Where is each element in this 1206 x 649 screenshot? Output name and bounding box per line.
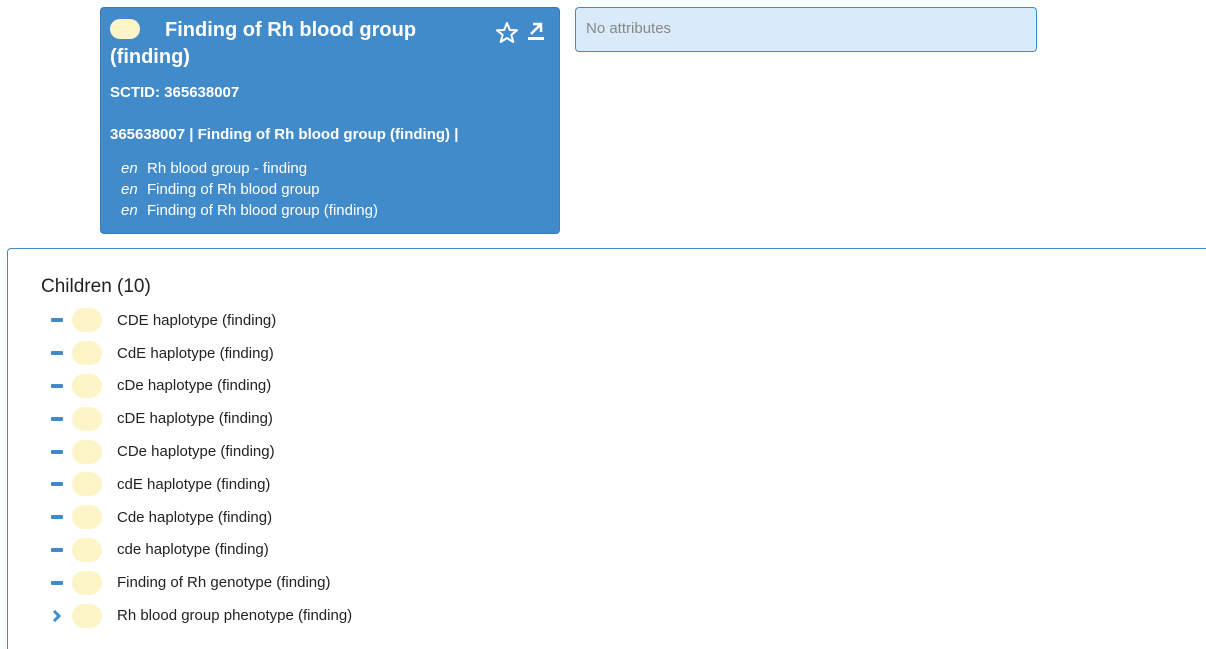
child-row: CdE haplotype (finding) xyxy=(48,337,352,370)
child-label[interactable]: cDE haplotype (finding) xyxy=(117,410,273,427)
language-code: en xyxy=(121,160,138,177)
language-code: en xyxy=(121,181,138,198)
child-row: cDE haplotype (finding) xyxy=(48,402,352,435)
concept-card: Finding of Rh blood group (finding) SCTI… xyxy=(100,7,560,234)
collapse-minus-icon[interactable] xyxy=(48,541,66,559)
concept-title-row: Finding of Rh blood group (finding) xyxy=(110,17,480,71)
primitive-badge-icon xyxy=(72,472,102,497)
child-label[interactable]: Rh blood group phenotype (finding) xyxy=(117,607,352,624)
primitive-badge-icon xyxy=(72,341,102,366)
concept-title: Finding of Rh blood group (finding) xyxy=(110,19,417,68)
export-icon[interactable] xyxy=(527,21,545,41)
child-label[interactable]: CDe haplotype (finding) xyxy=(117,443,275,460)
expand-chevron-right-icon[interactable] xyxy=(48,607,66,625)
primitive-badge-icon xyxy=(72,603,102,628)
primitive-badge-icon xyxy=(72,308,102,333)
collapse-minus-icon[interactable] xyxy=(48,377,66,395)
attributes-box: No attributes xyxy=(575,7,1037,52)
child-label[interactable]: cdE haplotype (finding) xyxy=(117,476,270,493)
primitive-badge-icon xyxy=(72,570,102,595)
children-panel: Children (10) CDE haplotype (finding) Cd… xyxy=(7,248,1206,649)
attributes-text: No attributes xyxy=(586,20,672,37)
star-outline-icon[interactable] xyxy=(495,21,519,45)
child-row: Cde haplotype (finding) xyxy=(48,501,352,534)
child-label[interactable]: CdE haplotype (finding) xyxy=(117,345,274,362)
description-item: en Finding of Rh blood group (finding) xyxy=(121,200,378,221)
collapse-minus-icon[interactable] xyxy=(48,344,66,362)
child-label[interactable]: Finding of Rh genotype (finding) xyxy=(117,574,330,591)
resize-handle-icon[interactable] xyxy=(1202,643,1206,649)
description-term: Finding of Rh blood group xyxy=(147,181,320,198)
collapse-minus-icon[interactable] xyxy=(48,311,66,329)
description-term: Rh blood group - finding xyxy=(147,160,308,177)
child-row: cDe haplotype (finding) xyxy=(48,370,352,403)
fsn-line: 365638007 | Finding of Rh blood group (f… xyxy=(110,126,459,143)
primitive-badge-icon xyxy=(72,406,102,431)
children-heading: Children (10) xyxy=(41,276,151,297)
child-label[interactable]: Cde haplotype (finding) xyxy=(117,509,272,526)
primitive-badge-icon xyxy=(72,537,102,562)
primitive-badge-icon xyxy=(72,439,102,464)
collapse-minus-icon[interactable] xyxy=(48,475,66,493)
child-row: Rh blood group phenotype (finding) xyxy=(48,599,352,632)
sctid-label: SCTID: 365638007 xyxy=(110,84,240,101)
description-item: en Rh blood group - finding xyxy=(121,158,378,179)
child-row: CDE haplotype (finding) xyxy=(48,304,352,337)
child-label[interactable]: CDE haplotype (finding) xyxy=(117,312,276,329)
child-row: cdE haplotype (finding) xyxy=(48,468,352,501)
primitive-badge-icon xyxy=(72,505,102,530)
collapse-minus-icon[interactable] xyxy=(48,574,66,592)
description-item: en Finding of Rh blood group xyxy=(121,179,378,200)
page: Finding of Rh blood group (finding) SCTI… xyxy=(0,0,1206,649)
language-code: en xyxy=(121,202,138,219)
collapse-minus-icon[interactable] xyxy=(48,410,66,428)
child-row: cde haplotype (finding) xyxy=(48,534,352,567)
collapse-minus-icon[interactable] xyxy=(48,508,66,526)
child-label[interactable]: cDe haplotype (finding) xyxy=(117,377,271,394)
description-list: en Rh blood group - finding en Finding of … xyxy=(121,158,378,221)
collapse-minus-icon[interactable] xyxy=(48,443,66,461)
child-label[interactable]: cde haplotype (finding) xyxy=(117,541,269,558)
description-term: Finding of Rh blood group (finding) xyxy=(147,202,378,219)
children-list: CDE haplotype (finding) CdE haplotype (f… xyxy=(48,304,352,632)
child-row: Finding of Rh genotype (finding) xyxy=(48,566,352,599)
child-row: CDe haplotype (finding) xyxy=(48,435,352,468)
primitive-badge-icon xyxy=(110,19,140,39)
primitive-badge-icon xyxy=(72,373,102,398)
